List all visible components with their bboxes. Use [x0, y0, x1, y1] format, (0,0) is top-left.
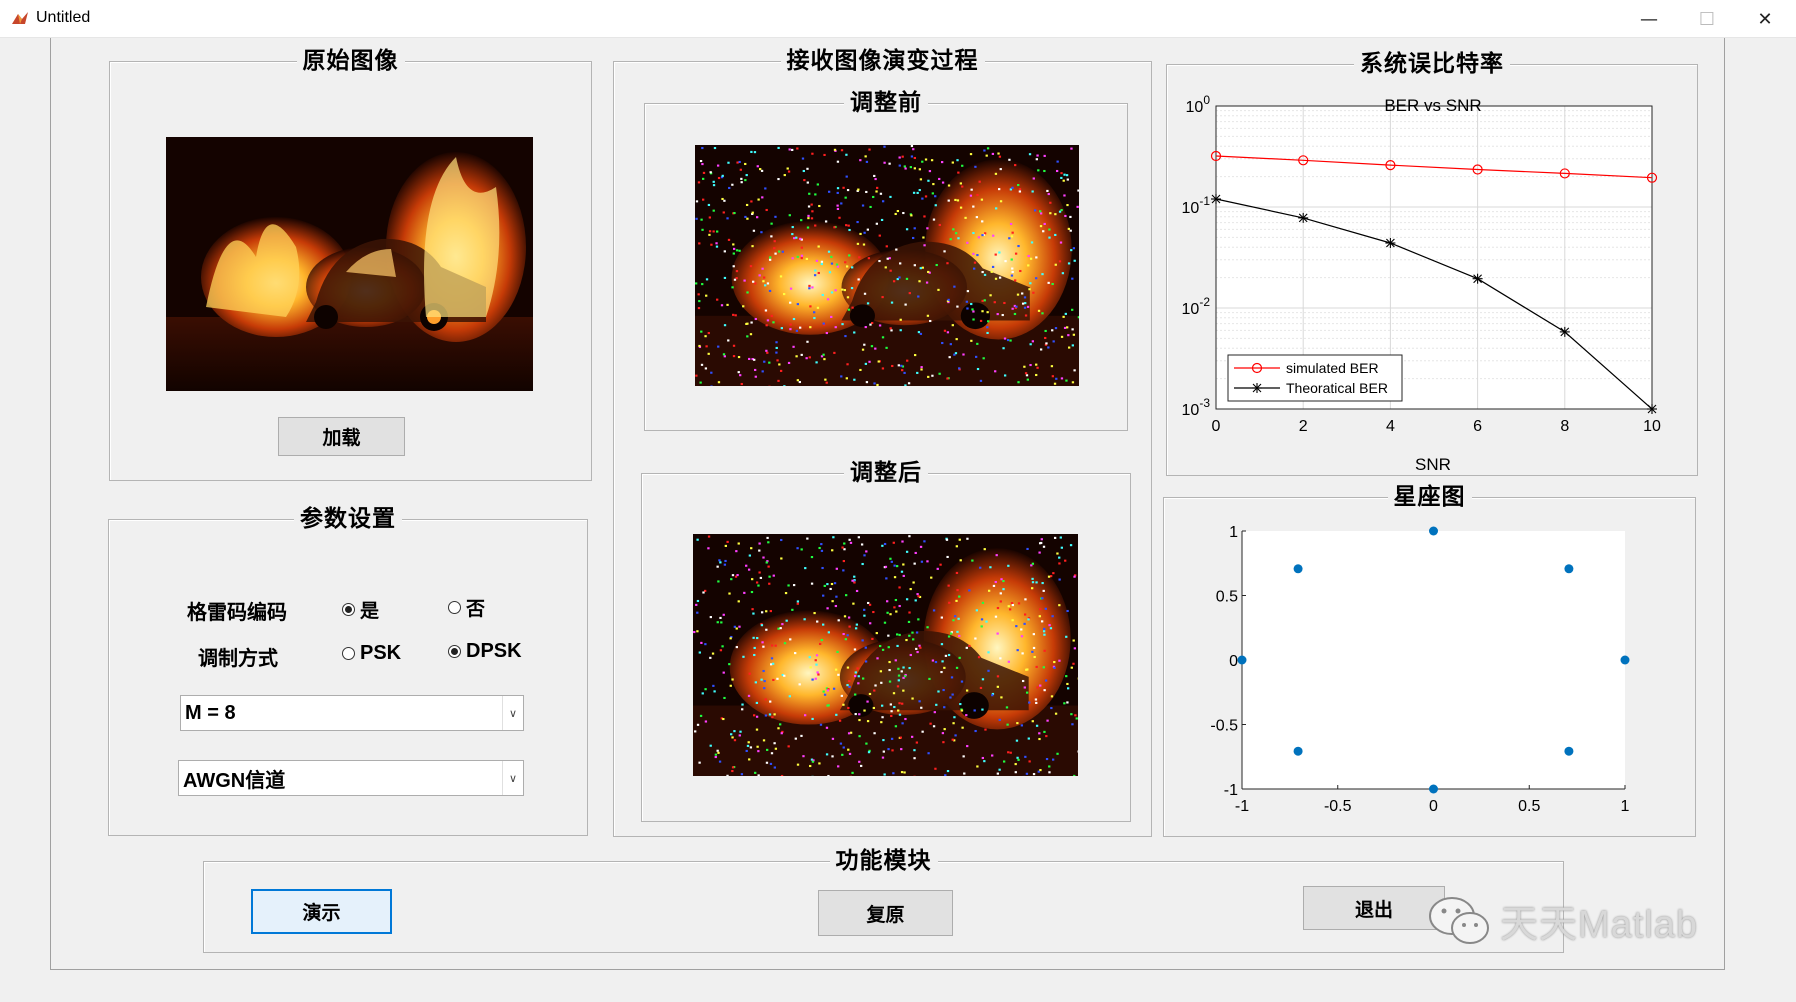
constellation-point — [1564, 746, 1574, 756]
constellation-y-tick-label: -0.5 — [1210, 718, 1238, 735]
ber-chart-xlabel: SNR — [1415, 455, 1451, 474]
ber-chart-title: BER vs SNR — [1384, 96, 1481, 115]
ber-x-tick-label: 8 — [1560, 418, 1569, 435]
ber-x-tick-label: 4 — [1386, 418, 1395, 435]
constellation-y-tick-label: 1 — [1229, 524, 1238, 541]
after-adjust-panel: 调整后 — [641, 459, 1131, 822]
original-image-title: 原始图像 — [296, 47, 405, 74]
gray-coding-label: 格雷码编码 — [187, 600, 287, 624]
reset-button[interactable]: 复原 — [818, 890, 953, 936]
watermark-text: 天天Matlab — [1500, 904, 1699, 946]
constellation-point — [1237, 655, 1247, 665]
ber-x-tick-label: 6 — [1473, 418, 1482, 435]
gray-coding-no-label: 否 — [466, 598, 486, 620]
close-button[interactable]: ✕ — [1736, 0, 1794, 38]
constellation-x-tick-label: 1 — [1621, 798, 1630, 815]
m-order-select[interactable]: M = 8 ∨ — [180, 695, 524, 731]
exit-button[interactable]: 退出 — [1303, 886, 1445, 930]
constellation-point — [1429, 784, 1438, 794]
ber-point-marker — [1385, 238, 1396, 249]
ber-x-tick-label: 2 — [1299, 418, 1308, 435]
chevron-down-icon[interactable]: ∨ — [502, 761, 523, 795]
constellation-y-tick-label: 0.5 — [1216, 589, 1238, 606]
chevron-down-icon[interactable]: ∨ — [502, 696, 523, 730]
constellation-y-tick-label: -1 — [1224, 782, 1238, 799]
functions-panel-title: 功能模块 — [829, 847, 938, 874]
demo-button[interactable]: 演示 — [251, 889, 392, 934]
constellation-x-tick-label: 0.5 — [1518, 798, 1540, 815]
watermark: 天天Matlab — [1426, 893, 1698, 948]
ber-point-marker — [1211, 194, 1221, 205]
ber-y-tick-label: 10-3 — [1182, 396, 1211, 419]
legend-label: simulated BER — [1286, 360, 1379, 376]
m-order-value: M = 8 — [185, 701, 236, 724]
window-titlebar: Untitled — ☐ ✕ — [0, 0, 1796, 38]
after-adjust-image — [693, 534, 1078, 776]
constellation-point — [1620, 655, 1630, 665]
radio-selected-icon — [448, 645, 461, 658]
channel-select[interactable]: AWGN信道 ∨ — [178, 760, 524, 796]
constellation-point — [1293, 564, 1303, 574]
wechat-icon — [1429, 896, 1489, 944]
ber-y-tick-label: 100 — [1186, 93, 1211, 116]
original-image-panel: 原始图像 加载 — [109, 47, 592, 481]
modulation-dpsk-label: DPSK — [466, 640, 522, 662]
gray-coding-no-radio[interactable]: 否 — [448, 594, 485, 621]
evolution-title: 接收图像演变过程 — [780, 47, 985, 74]
ber-chart: 10-3 10-2 10-1 100 0 2 4 6 8 10 simulated BER Theor… — [1182, 93, 1661, 474]
params-panel: 参数设置 格雷码编码 是 否 调制方式 PSK DPSK M = 8 ∨ AWG… — [108, 505, 588, 836]
constellation-point — [1293, 746, 1303, 756]
ber-point-marker — [1559, 326, 1570, 337]
ber-y-tick-label: 10-1 — [1182, 194, 1211, 217]
radio-selected-icon — [342, 603, 355, 616]
legend-label: Theoratical BER — [1286, 380, 1388, 396]
ber-point-marker — [1298, 212, 1309, 223]
window-title: Untitled — [36, 9, 91, 26]
matlab-logo-icon — [10, 10, 30, 28]
constellation-y-tick-label: 0 — [1229, 653, 1238, 670]
modulation-psk-radio[interactable]: PSK — [342, 642, 401, 665]
constellation-point — [1564, 564, 1574, 574]
modulation-label: 调制方式 — [198, 646, 278, 670]
constellation-chart: 1 0.5 0 -0.5 -1-1 -0.5 0 0.5 1 — [1210, 524, 1630, 815]
before-adjust-title: 调整前 — [844, 89, 928, 116]
ber-point-marker — [1472, 273, 1483, 284]
ber-point-marker — [1647, 404, 1657, 414]
constellation-x-tick-label: 0 — [1429, 798, 1438, 815]
constellation-panel: 星座图 1 0.5 0 -0.5 -1 -1 -0.5 0 0.5 1 — [1163, 483, 1696, 837]
ber-y-tick-label: 10-2 — [1182, 295, 1211, 318]
legend-marker — [1252, 383, 1262, 393]
functions-panel: 功能模块 演示 复原 退出 — [203, 847, 1564, 953]
params-panel-title: 参数设置 — [294, 505, 402, 532]
original-image — [166, 137, 533, 391]
ber-x-tick-label: 0 — [1212, 418, 1221, 435]
before-adjust-image — [695, 145, 1079, 386]
maximize-button[interactable]: ☐ — [1678, 0, 1736, 38]
modulation-psk-label: PSK — [360, 642, 402, 664]
gray-coding-yes-label: 是 — [360, 600, 380, 622]
load-button[interactable]: 加载 — [278, 417, 405, 456]
before-adjust-panel: 调整前 — [644, 89, 1128, 431]
radio-unselected-icon — [448, 601, 461, 614]
modulation-dpsk-radio[interactable]: DPSK — [448, 640, 522, 663]
ber-x-tick-label: 10 — [1643, 418, 1661, 435]
constellation-x-tick-label: -0.5 — [1324, 798, 1352, 815]
after-adjust-title: 调整后 — [844, 459, 928, 486]
ber-panel: 系统误比特率 10-3 10-2 10-1 100 0 2 4 6 8 10 simulated B… — [1166, 50, 1698, 476]
minimize-button[interactable]: — — [1620, 0, 1678, 38]
channel-value: AWGN信道 — [183, 769, 286, 792]
constellation-x-tick-label: -1 — [1235, 798, 1249, 815]
constellation-point — [1429, 526, 1438, 536]
radio-unselected-icon — [342, 647, 355, 660]
gray-coding-yes-radio[interactable]: 是 — [342, 596, 379, 623]
received-image-evolution-panel: 接收图像演变过程 调整前 调整后 — [613, 47, 1152, 837]
